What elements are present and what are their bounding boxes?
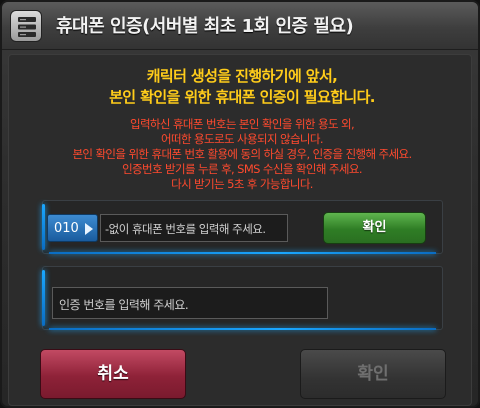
confirm-button[interactable]: 확인 bbox=[300, 349, 446, 399]
headline-line-2: 본인 확인을 위한 휴대폰 인증이 필요합니다. bbox=[109, 88, 375, 106]
headline: 캐릭터 생성을 진행하기에 앞서, 본인 확인을 위한 휴대폰 인증이 필요합니… bbox=[2, 66, 478, 108]
title-bar: 휴대폰 인증(서버별 최초 1회 인증 필요) bbox=[2, 2, 478, 50]
server-icon bbox=[10, 10, 42, 42]
country-code-value: 010 bbox=[54, 221, 79, 236]
verification-code-input[interactable]: 인증 번호를 입력해 주세요. bbox=[52, 287, 328, 319]
headline-line-1: 캐릭터 생성을 진행하기에 앞서, bbox=[146, 67, 338, 85]
country-code-select[interactable]: 010 bbox=[47, 214, 98, 242]
notice-line: 본인 확인을 위한 휴대폰 번호 활용에 동의 하실 경우, 인증을 진행해 주… bbox=[72, 147, 412, 161]
verify-phone-button[interactable]: 확인 bbox=[323, 212, 426, 244]
panel-glow bbox=[42, 204, 45, 250]
notice-line: 입력하신 휴대폰 번호는 본인 확인을 위한 용도 외, bbox=[129, 117, 355, 131]
notice-line: 인증번호 받기를 누른 후, SMS 수신을 확인해 주세요. bbox=[122, 162, 362, 176]
notice-line: 어떠한 용도로도 사용되지 않습니다. bbox=[161, 132, 324, 146]
phone-number-input[interactable]: -없이 휴대폰 번호를 입력해 주세요. bbox=[100, 214, 288, 242]
panel-glow bbox=[49, 328, 436, 330]
panel-glow bbox=[42, 270, 45, 326]
cancel-button[interactable]: 취소 bbox=[40, 349, 186, 399]
privacy-notice: 입력하신 휴대폰 번호는 본인 확인을 위한 용도 외, 어떠한 용도로도 사용… bbox=[2, 117, 478, 192]
phone-verification-dialog: 휴대폰 인증(서버별 최초 1회 인증 필요) 캐릭터 생성을 진행하기에 앞서… bbox=[0, 0, 480, 408]
notice-line: 다시 받기는 5초 후 가능합니다. bbox=[171, 177, 313, 191]
triangle-right-icon bbox=[85, 223, 93, 235]
dialog-title: 휴대폰 인증(서버별 최초 1회 인증 필요) bbox=[56, 16, 354, 37]
panel-glow bbox=[49, 252, 436, 254]
